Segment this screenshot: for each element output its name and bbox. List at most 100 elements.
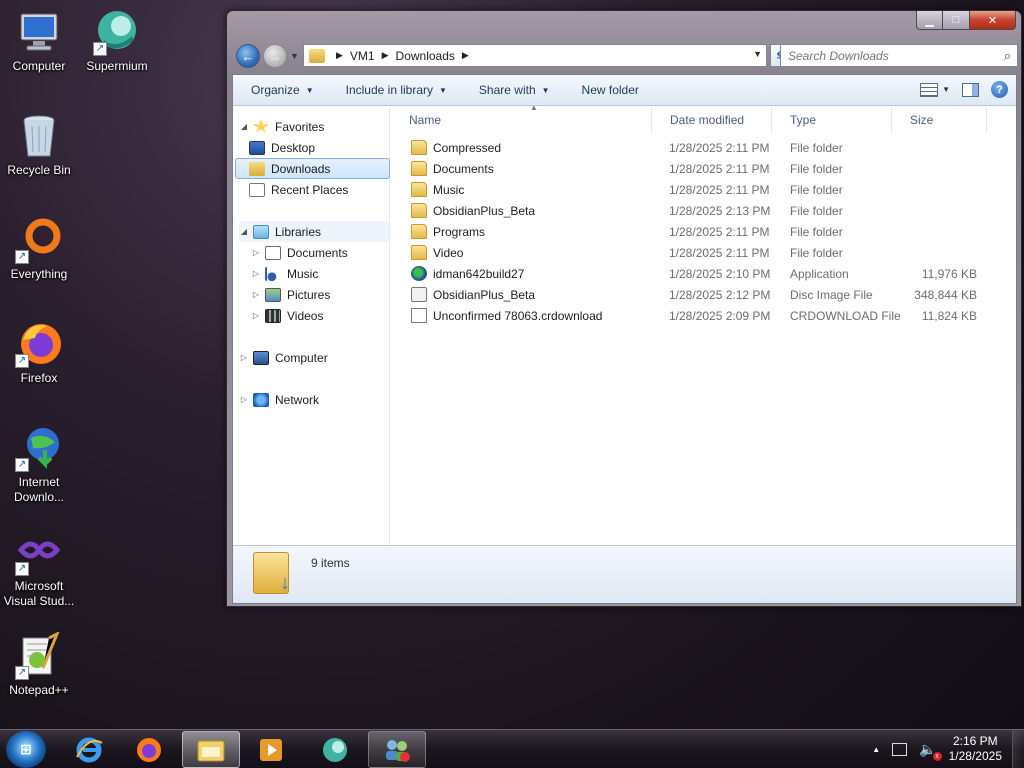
system-tray: ▲ 🔈 x 2:16 PM 1/28/2025 (872, 730, 1002, 768)
file-row[interactable]: Music 1/28/2025 2:11 PM File folder (391, 179, 1001, 200)
new-folder-button[interactable]: New folder (564, 83, 653, 97)
file-row[interactable]: Compressed 1/28/2025 2:11 PM File folder (391, 137, 1001, 158)
breadcrumb-vm1[interactable]: VM1 (350, 49, 375, 63)
back-button[interactable]: ← (236, 44, 260, 68)
column-header-date-modified[interactable]: Date modified (652, 107, 772, 133)
nav-label: Documents (287, 245, 348, 260)
file-row[interactable]: idman642build27 1/28/2025 2:10 PM Applic… (391, 263, 1001, 284)
address-dropdown-icon[interactable]: ▼ (753, 49, 762, 59)
breadcrumb-separator-icon[interactable]: ▶ (336, 50, 343, 61)
action-center-icon[interactable] (892, 742, 908, 756)
file-date: 1/28/2025 2:11 PM (669, 140, 770, 155)
close-button[interactable]: ✕ (970, 11, 1016, 30)
search-icon[interactable]: ⌕ (1004, 48, 1011, 64)
show-hidden-icons-icon[interactable]: ▲ (872, 745, 880, 754)
nav-music[interactable]: ▷ Music (251, 263, 389, 284)
volume-muted-icon[interactable]: 🔈 x (919, 741, 942, 761)
search-input[interactable] (788, 48, 988, 63)
nav-pictures[interactable]: ▷ Pictures (251, 284, 389, 305)
desktop-icon-label: Everything (10, 267, 68, 281)
breadcrumb-separator-icon[interactable]: ▶ (462, 50, 469, 61)
desktop-icon (249, 140, 265, 155)
start-button[interactable]: ⊞ (6, 731, 46, 768)
supermium-icon (323, 737, 347, 762)
downloads-folder-icon (249, 161, 265, 176)
desktop-icon-recycle-bin[interactable]: Recycle Bin (0, 112, 78, 178)
minimize-button[interactable]: ▁ (916, 11, 943, 30)
desktop-icon-label: Recycle Bin (7, 163, 71, 177)
collapse-arrow-icon[interactable]: ◢ (239, 122, 249, 131)
organize-button[interactable]: Organize ▼ (233, 83, 328, 97)
desktop-icon-computer[interactable]: Computer (0, 8, 78, 74)
desktop-icon-supermium[interactable]: ↗ Supermium (78, 8, 156, 74)
column-label: Name (409, 113, 442, 127)
disc-image-icon (411, 287, 427, 302)
file-row[interactable]: Programs 1/28/2025 2:11 PM File folder (391, 221, 1001, 242)
shortcut-arrow-icon: ↗ (15, 562, 29, 576)
nav-label: Libraries (275, 224, 322, 239)
nav-documents[interactable]: ▷ Documents (251, 242, 389, 263)
column-header-size[interactable]: Size (892, 107, 987, 133)
column-header-type[interactable]: Type (772, 107, 892, 133)
nav-recent-places[interactable]: Recent Places (249, 179, 389, 200)
taskbar-internet-explorer[interactable] (60, 731, 118, 768)
file-row[interactable]: Unconfirmed 78063.crdownload 1/28/2025 2… (391, 305, 1001, 326)
taskbar-windows-explorer[interactable] (182, 731, 240, 768)
file-type: File folder (790, 224, 843, 239)
favorites-star-icon (253, 119, 269, 133)
nav-computer[interactable]: ▷ Computer (239, 347, 389, 368)
application-icon (411, 266, 427, 281)
file-type: File folder (790, 245, 843, 260)
desktop-icon-internet-download-manager[interactable]: ↗ Internet Downlo... (0, 424, 78, 505)
show-desktop-button[interactable] (1012, 730, 1024, 768)
expand-arrow-icon[interactable]: ▷ (251, 290, 261, 299)
search-box[interactable]: ⌕ (780, 44, 1018, 67)
music-library-icon (265, 266, 281, 281)
recent-pages-dropdown-icon[interactable]: ▼ (290, 51, 299, 61)
nav-libraries[interactable]: ◢ Libraries (239, 221, 389, 242)
breadcrumb-downloads[interactable]: Downloads (396, 49, 455, 63)
share-with-button[interactable]: Share with ▼ (461, 83, 564, 97)
help-icon[interactable]: ? (991, 81, 1008, 98)
preview-pane-icon[interactable] (962, 82, 979, 97)
collapse-arrow-icon[interactable]: ◢ (239, 227, 249, 236)
file-row[interactable]: Documents 1/28/2025 2:11 PM File folder (391, 158, 1001, 179)
nav-label: Favorites (275, 119, 325, 134)
explorer-window: ▁ □ ✕ ← → ▼ ▶ VM1 ▶ Downloads ▶ ▼ ⇆ ⌕ Or… (226, 10, 1022, 607)
nav-network[interactable]: ▷ Network (239, 389, 389, 410)
taskbar-network-users[interactable] (368, 731, 426, 768)
expand-arrow-icon[interactable]: ▷ (239, 395, 249, 404)
file-row[interactable]: Video 1/28/2025 2:11 PM File folder (391, 242, 1001, 263)
clock[interactable]: 2:16 PM 1/28/2025 (949, 734, 1002, 764)
expand-arrow-icon[interactable]: ▷ (251, 311, 261, 320)
address-bar[interactable]: ▶ VM1 ▶ Downloads ▶ ▼ (303, 44, 767, 67)
file-row[interactable]: ObsidianPlus_Beta 1/28/2025 2:12 PM Disc… (391, 284, 1001, 305)
taskbar-supermium[interactable] (306, 731, 364, 768)
taskbar-firefox[interactable] (120, 731, 178, 768)
column-header-name[interactable]: Name (391, 107, 652, 133)
file-row[interactable]: ObsidianPlus_Beta 1/28/2025 2:13 PM File… (391, 200, 1001, 221)
nav-label: Network (275, 392, 320, 407)
forward-button[interactable]: → (263, 44, 287, 68)
desktop-icon-notepad-plus-plus[interactable]: ↗ Notepad++ (0, 630, 78, 698)
expand-arrow-icon[interactable]: ▷ (251, 269, 261, 278)
expand-arrow-icon[interactable]: ▷ (251, 248, 261, 257)
nav-downloads[interactable]: Downloads (235, 158, 390, 179)
share-with-label: Share with (478, 83, 536, 97)
computer-icon (253, 350, 269, 365)
maximize-button[interactable]: □ (943, 11, 970, 30)
nav-favorites[interactable]: ◢ Favorites (239, 116, 389, 137)
breadcrumb-separator-icon[interactable]: ▶ (382, 50, 389, 61)
include-in-library-button[interactable]: Include in library ▼ (328, 83, 461, 97)
taskbar-media-player[interactable] (242, 731, 300, 768)
change-view-icon[interactable] (920, 82, 939, 97)
recycle-bin-icon (15, 112, 63, 160)
nav-videos[interactable]: ▷ Videos (251, 305, 389, 326)
desktop-icon-visual-studio[interactable]: ↗ Microsoft Visual Stud... (0, 528, 78, 609)
nav-desktop[interactable]: Desktop (249, 137, 389, 158)
desktop-icon-firefox[interactable]: ↗ Firefox (0, 320, 78, 386)
taskbar: ⊞ ▲ 🔈 x 2:16 PM 1/28/2025 (0, 729, 1024, 768)
view-options-dropdown-icon[interactable]: ▼ (942, 85, 950, 94)
desktop-icon-everything[interactable]: ↗ Everything (0, 216, 78, 282)
expand-arrow-icon[interactable]: ▷ (239, 353, 249, 362)
